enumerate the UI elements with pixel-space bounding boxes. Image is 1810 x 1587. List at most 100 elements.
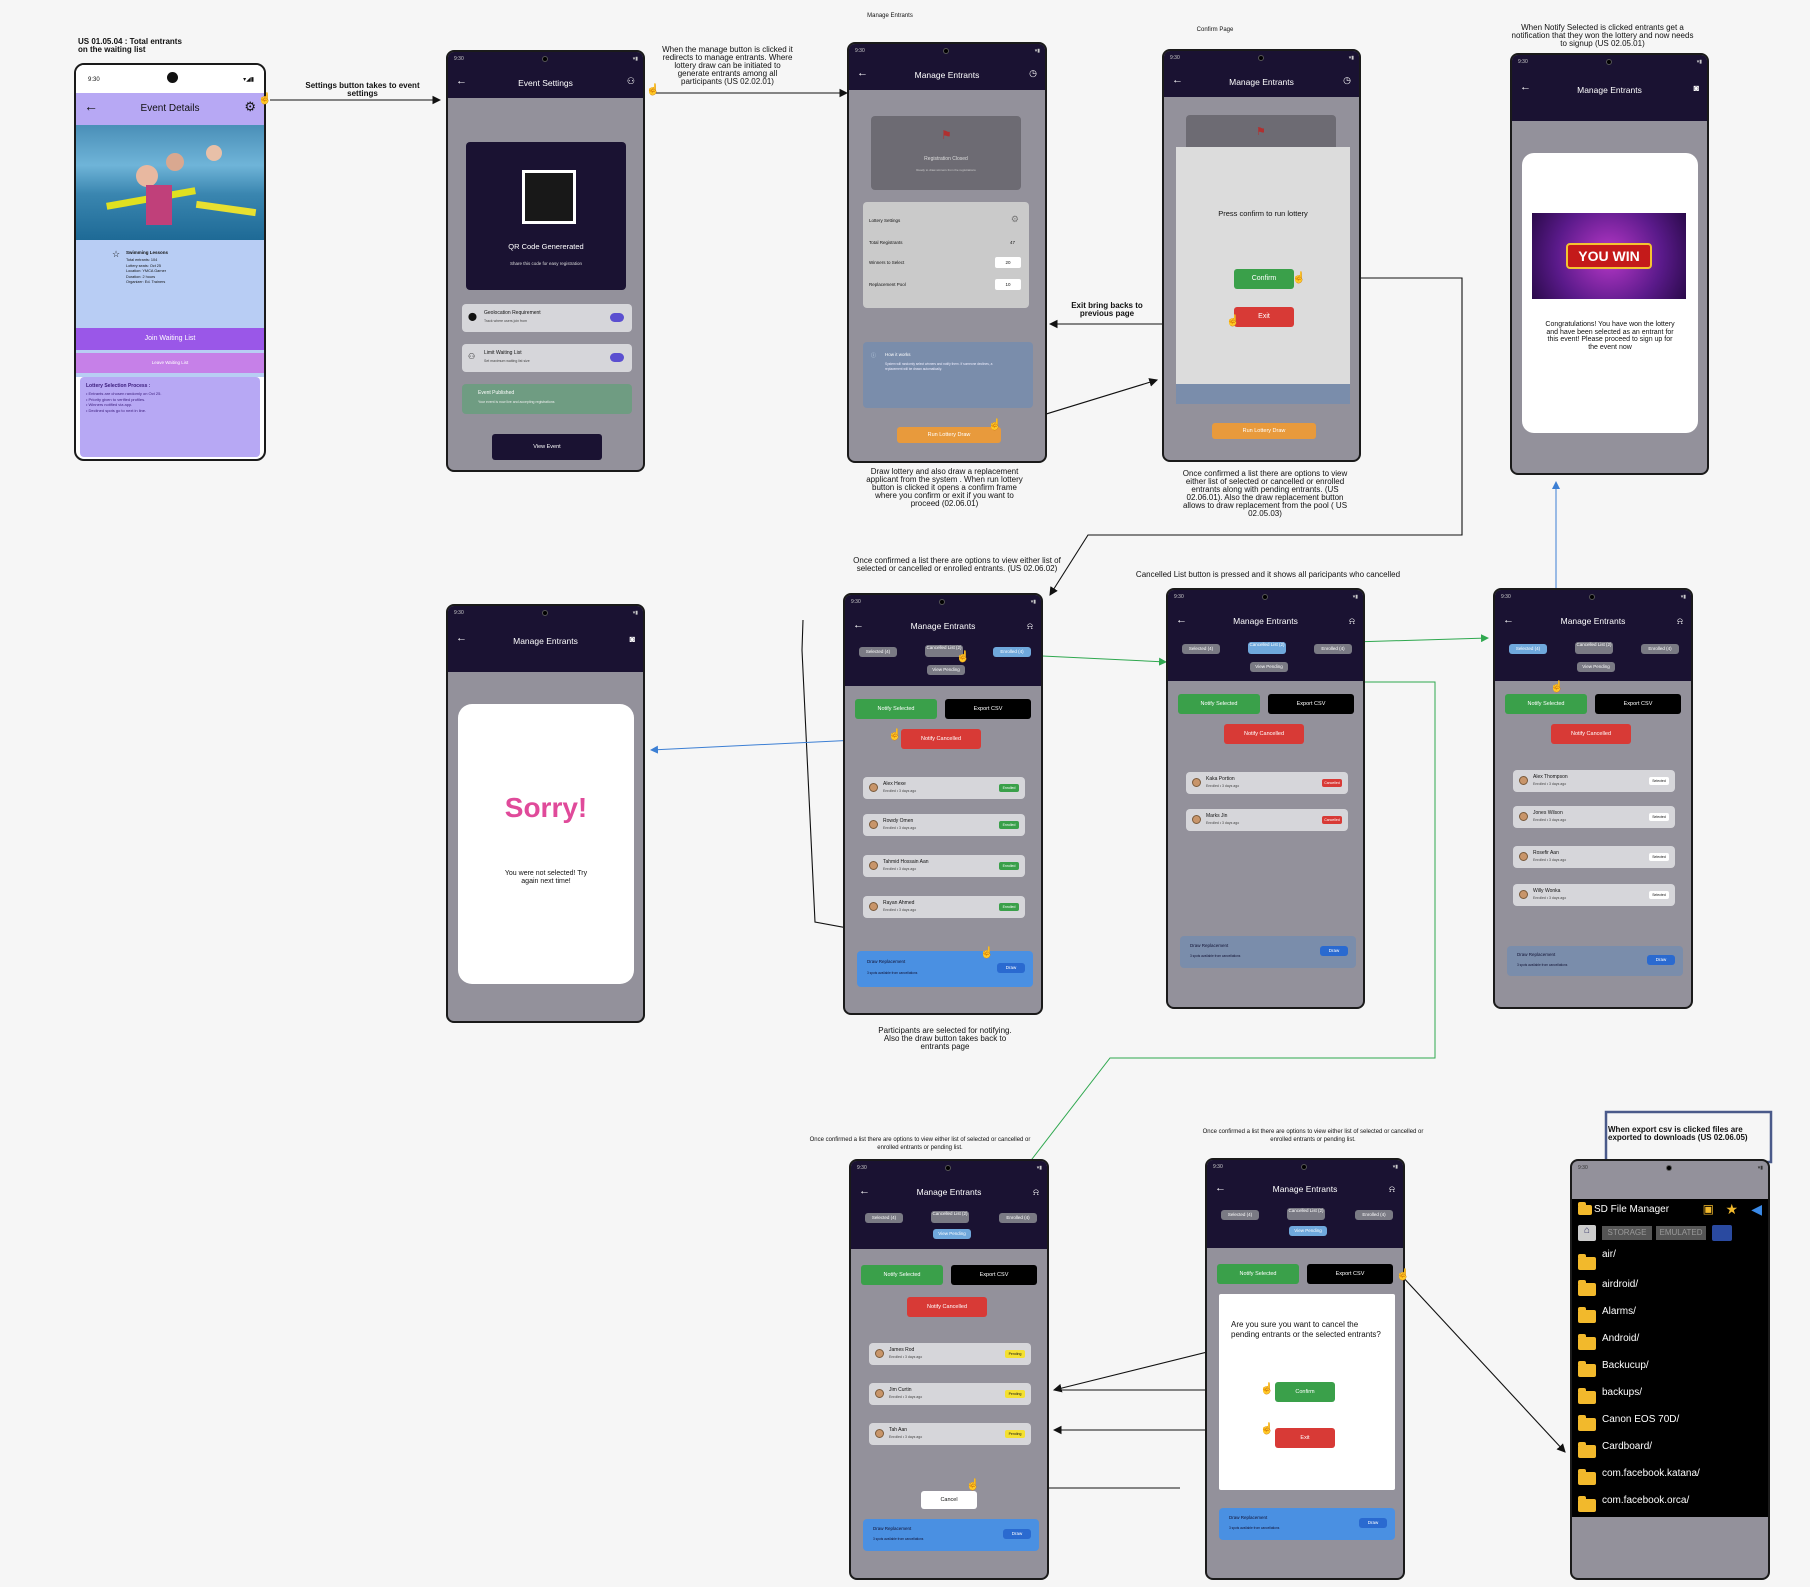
- tab-storage[interactable]: STORAGE: [1602, 1226, 1652, 1240]
- camera-icon[interactable]: ◙: [1694, 83, 1699, 93]
- clock-icon[interactable]: ◷: [1343, 75, 1351, 86]
- list-item[interactable]: Kaka Portion Enrolled • 3 days ago Cancell…: [1186, 772, 1348, 794]
- export-csv-button[interactable]: Export CSV: [1307, 1264, 1393, 1284]
- notify-selected-button[interactable]: Notify Selected: [1178, 694, 1260, 714]
- view-pending-button[interactable]: View Pending: [1577, 662, 1615, 672]
- view-event-button[interactable]: View Event: [492, 434, 602, 460]
- tab-enrolled[interactable]: Enrolled (4): [1355, 1210, 1393, 1220]
- geolocation-toggle[interactable]: [610, 313, 624, 322]
- tab-selected[interactable]: Selected (4): [1182, 644, 1220, 654]
- winners-input[interactable]: 20: [995, 257, 1021, 268]
- star-icon[interactable]: ☆: [112, 249, 120, 260]
- list-item[interactable]: Tahmid Hossain Aan Enrolled • 3 days ago E…: [863, 855, 1025, 877]
- notify-selected-button[interactable]: Notify Selected: [855, 699, 937, 719]
- notify-selected-button[interactable]: Notify Selected: [1505, 694, 1587, 714]
- draw-button[interactable]: Draw: [997, 963, 1025, 973]
- tab-cancelled[interactable]: Cancelled List (2): [1287, 1208, 1325, 1220]
- view-pending-button[interactable]: View Pending: [1250, 662, 1288, 672]
- notify-selected-button[interactable]: Notify Selected: [861, 1265, 943, 1285]
- list-item[interactable]: backups/: [1572, 1383, 1768, 1409]
- tab-enrolled[interactable]: Enrolled (4): [1641, 644, 1679, 654]
- notify-selected-button[interactable]: Notify Selected: [1217, 1264, 1299, 1284]
- lottery-settings-card: Lottery Settings ⚙ Total Registrants 47 …: [863, 202, 1029, 308]
- join-waiting-list-button[interactable]: Join Waiting List: [76, 328, 264, 350]
- tab-cancelled[interactable]: Cancelled List (2): [931, 1211, 969, 1223]
- draw-replacement-card: Draw Replacement 3 spots available from …: [863, 1519, 1039, 1551]
- export-csv-button[interactable]: Export CSV: [1268, 694, 1354, 714]
- bell-icon[interactable]: ⍾: [1677, 616, 1683, 627]
- back-arrow-icon[interactable]: ◀: [1751, 1201, 1762, 1218]
- list-item[interactable]: Canon EOS 70D/: [1572, 1410, 1768, 1436]
- confirm-button[interactable]: Confirm: [1234, 269, 1294, 289]
- confirm-button[interactable]: Confirm: [1275, 1382, 1335, 1402]
- notify-cancelled-button[interactable]: Notify Cancelled: [901, 729, 981, 749]
- list-item[interactable]: James Rod Enrolled • 3 days ago Pending: [869, 1343, 1031, 1365]
- clock-icon[interactable]: ◷: [1029, 68, 1037, 79]
- add-folder-icon[interactable]: ▣: [1703, 1202, 1714, 1216]
- notify-cancelled-button[interactable]: Notify Cancelled: [1224, 724, 1304, 744]
- home-icon[interactable]: ⌂: [1578, 1225, 1596, 1241]
- tab-enrolled[interactable]: Enrolled (4): [999, 1213, 1037, 1223]
- draw-button[interactable]: Draw: [1320, 946, 1348, 956]
- camera-icon[interactable]: ◙: [630, 634, 635, 644]
- tab-selected[interactable]: Selected (4): [865, 1213, 903, 1223]
- draw-button[interactable]: Draw: [1359, 1518, 1387, 1528]
- list-item[interactable]: Tah Aan Enrolled • 3 days ago Pending: [869, 1423, 1031, 1445]
- list-item[interactable]: air/: [1572, 1249, 1768, 1275]
- limit-toggle[interactable]: [610, 353, 624, 362]
- tab-cancelled[interactable]: Cancelled List (2): [1248, 642, 1286, 654]
- export-csv-button[interactable]: Export CSV: [951, 1265, 1037, 1285]
- page-title: Manage Entrants: [513, 636, 578, 646]
- tab-emulated[interactable]: EMULATED: [1656, 1226, 1706, 1240]
- cancel-button[interactable]: Cancel: [921, 1491, 977, 1509]
- tab-selected[interactable]: Selected (4): [1509, 644, 1547, 654]
- exit-button[interactable]: Exit: [1234, 307, 1294, 327]
- export-csv-button[interactable]: Export CSV: [1595, 694, 1681, 714]
- people-icon[interactable]: ⚇: [627, 76, 635, 87]
- star-icon[interactable]: ★: [1725, 1201, 1738, 1218]
- list-item[interactable]: Android/: [1572, 1329, 1768, 1355]
- list-item[interactable]: Cardboard/: [1572, 1437, 1768, 1463]
- page-title: Manage Entrants: [1229, 77, 1294, 87]
- list-item[interactable]: Alex Hexe Enrolled • 3 days ago Enrolled: [863, 777, 1025, 799]
- gear-icon[interactable]: ⚙: [1011, 214, 1019, 225]
- bell-icon[interactable]: ⍾: [1389, 1184, 1395, 1195]
- bell-icon[interactable]: ⍾: [1033, 1187, 1039, 1198]
- tab-cancelled[interactable]: Cancelled List (2): [1575, 642, 1613, 654]
- bell-icon[interactable]: ⍾: [1027, 621, 1033, 632]
- list-item[interactable]: Jones Wilson Enrolled • 3 days ago Selecte…: [1513, 806, 1675, 828]
- pool-input[interactable]: 10: [995, 279, 1021, 290]
- bell-icon[interactable]: ⍾: [1349, 616, 1355, 627]
- view-pending-button[interactable]: View Pending: [933, 1229, 971, 1239]
- notify-cancelled-button[interactable]: Notify Cancelled: [907, 1297, 987, 1317]
- sd-card-icon[interactable]: [1712, 1225, 1732, 1241]
- notify-cancelled-button[interactable]: Notify Cancelled: [1551, 724, 1631, 744]
- tab-enrolled[interactable]: Enrolled (4): [993, 647, 1031, 657]
- tab-selected[interactable]: Selected (4): [859, 647, 897, 657]
- run-lottery-button[interactable]: Run Lottery Draw: [1212, 423, 1316, 439]
- list-item[interactable]: Backucup/: [1572, 1356, 1768, 1382]
- tab-enrolled[interactable]: Enrolled (4): [1314, 644, 1352, 654]
- list-item[interactable]: Alarms/: [1572, 1302, 1768, 1328]
- draw-button[interactable]: Draw: [1003, 1529, 1031, 1539]
- list-item[interactable]: Marks Jin Enrolled • 3 days ago Cancelled: [1186, 809, 1348, 831]
- list-item[interactable]: airdroid/: [1572, 1275, 1768, 1301]
- run-lottery-button[interactable]: Run Lottery Draw: [897, 427, 1001, 443]
- draw-button[interactable]: Draw: [1647, 955, 1675, 965]
- page-title: Event Settings: [518, 78, 573, 88]
- list-item[interactable]: Rosefir Aan Enrolled • 3 days ago Selected: [1513, 846, 1675, 868]
- view-pending-button[interactable]: View Pending: [927, 665, 965, 675]
- gear-icon[interactable]: ⚙: [244, 99, 256, 115]
- exit-button[interactable]: Exit: [1275, 1428, 1335, 1448]
- list-item[interactable]: Jim Curtin Enrolled • 3 days ago Pending: [869, 1383, 1031, 1405]
- list-item[interactable]: Alex Thompson Enrolled • 3 days ago Select…: [1513, 770, 1675, 792]
- list-item[interactable]: com.facebook.orca/: [1572, 1491, 1768, 1517]
- view-pending-button[interactable]: View Pending: [1289, 1226, 1327, 1236]
- list-item[interactable]: com.facebook.katana/: [1572, 1464, 1768, 1490]
- list-item[interactable]: Rayan Ahmed Enrolled • 3 days ago Enrolled: [863, 896, 1025, 918]
- tab-selected[interactable]: Selected (4): [1221, 1210, 1259, 1220]
- export-csv-button[interactable]: Export CSV: [945, 699, 1031, 719]
- list-item[interactable]: Rowdy Omen Enrolled • 3 days ago Enrolled: [863, 814, 1025, 836]
- list-item[interactable]: Willy Wonka Enrolled • 3 days ago Selected: [1513, 884, 1675, 906]
- leave-waiting-list-button[interactable]: Leave Waiting List: [76, 353, 264, 373]
